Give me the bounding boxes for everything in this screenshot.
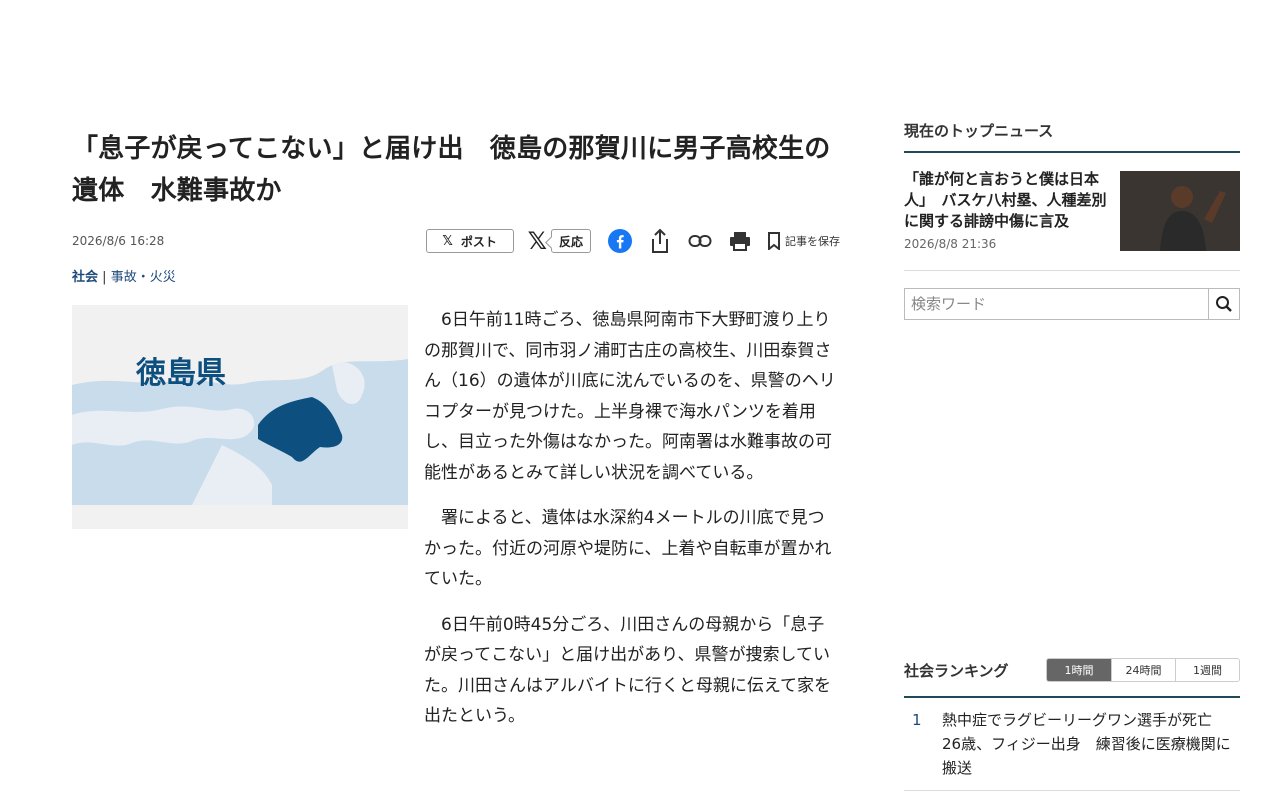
tab-1-hour[interactable]: 1時間: [1047, 659, 1111, 681]
article-meta: 2026/8/6 16:28 𝕏 ポスト 𝕏 反応 記事を保存: [72, 226, 840, 256]
category-main-link[interactable]: 社会: [72, 270, 98, 285]
ranking-header: 社会ランキング 1時間 24時間 1週間: [904, 656, 1240, 698]
print-button[interactable]: [727, 228, 753, 254]
athlete-photo: [1120, 171, 1240, 251]
ranking-item[interactable]: 1 熱中症でラグビーリーグワン選手が死亡 26歳、フィジー出身 練習後に医療機関…: [904, 698, 1240, 791]
map-label: 徳島県: [135, 357, 226, 390]
facebook-share-button[interactable]: [607, 228, 633, 254]
search-form: [904, 288, 1240, 320]
react-button[interactable]: 反応: [550, 229, 591, 253]
ranking-number: 1: [912, 711, 922, 729]
ranking-tabs: 1時間 24時間 1週間: [1046, 658, 1240, 682]
tokushima-map: 徳島県: [72, 329, 408, 505]
top-news-heading: 現在のトップニュース: [904, 120, 1240, 153]
tab-1-week[interactable]: 1週間: [1175, 659, 1239, 681]
article: 「息子が戻ってこない」と届け出 徳島の那賀川に男子高校生の遺体 水難事故か 20…: [72, 128, 840, 726]
share-icon: [652, 228, 668, 253]
x-post-button[interactable]: 𝕏 ポスト: [425, 229, 514, 253]
article-text: 6日午前11時ごろ、徳島県阿南市下大野町渡り上りの那賀川で、同市羽ノ浦町古庄の高…: [424, 305, 840, 747]
x-icon: 𝕏: [442, 233, 453, 249]
top-news-time: 2026/8/8 21:36: [904, 237, 997, 251]
paragraph-1: 6日午前11時ごろ、徳島県阿南市下大野町渡り上りの那賀川で、同市羽ノ浦町古庄の高…: [424, 310, 836, 483]
react-label: 反応: [558, 234, 583, 249]
article-figure: 徳島県: [72, 305, 408, 529]
copy-link-button[interactable]: [687, 228, 713, 254]
share-toolbar: 𝕏 ポスト 𝕏 反応 記事を保存: [425, 226, 840, 256]
search-button[interactable]: [1208, 288, 1240, 320]
ranking-section: 社会ランキング 1時間 24時間 1週間 1 熱中症でラグビーリーグワン選手が死…: [904, 656, 1240, 791]
article-title: 「息子が戻ってこない」と届け出 徳島の那賀川に男子高校生の遺体 水難事故か: [72, 134, 831, 206]
paragraph-3: 6日午前0時45分ごろ、川田さんの母親から「息子が戻ってこない」と届け出があり、…: [424, 614, 831, 727]
ranking-heading: 社会ランキング: [904, 662, 1009, 680]
search-icon: [1216, 296, 1232, 312]
top-news-item[interactable]: 「誰が何と言おうと僕は日本人」 バスケ八村塁、人種差別に関する誹謗中傷に言及 2…: [904, 153, 1240, 271]
search-input[interactable]: [904, 288, 1208, 320]
top-news-thumbnail[interactable]: [1120, 171, 1240, 251]
sidebar: 現在のトップニュース 「誰が何と言おうと僕は日本人」 バスケ八村塁、人種差別に関…: [904, 120, 1240, 791]
category-separator: |: [102, 270, 107, 285]
share-button[interactable]: [647, 228, 673, 254]
facebook-icon: [608, 229, 632, 253]
top-news-headline[interactable]: 「誰が何と言おうと僕は日本人」 バスケ八村塁、人種差別に関する誹謗中傷に言及: [904, 169, 1114, 232]
save-label: 記事を保存: [785, 235, 840, 248]
post-label: ポスト: [460, 234, 497, 249]
x-react-icon[interactable]: 𝕏: [528, 229, 547, 253]
category-breadcrumb: 社会 | 事故・火災: [72, 266, 840, 285]
ranking-headline[interactable]: 熱中症でラグビーリーグワン選手が死亡 26歳、フィジー出身 練習後に医療機関に搬…: [942, 711, 1231, 777]
print-icon: [730, 232, 750, 251]
paragraph-2: 署によると、遺体は水深約4メートルの川底で見つかった。付近の河原や堤防に、上着や…: [424, 508, 832, 589]
link-icon: [688, 235, 712, 247]
tab-24-hours[interactable]: 24時間: [1111, 659, 1175, 681]
bookmark-icon: [768, 232, 780, 250]
save-article-button[interactable]: 記事を保存: [767, 232, 840, 250]
category-sub-link[interactable]: 事故・火災: [111, 270, 176, 285]
publish-date: 2026/8/6 16:28: [72, 234, 165, 248]
